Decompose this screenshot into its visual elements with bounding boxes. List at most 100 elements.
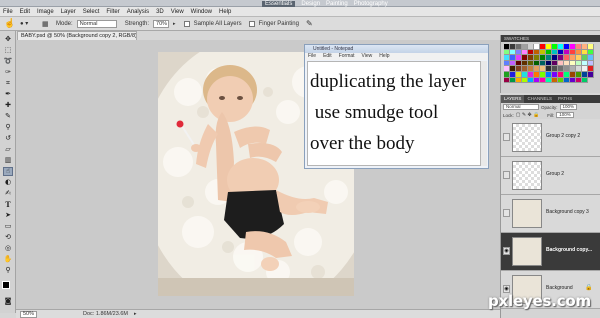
- history-brush-tool-icon[interactable]: ↺: [3, 134, 13, 143]
- menu-help[interactable]: Help: [219, 9, 231, 15]
- menu-layer[interactable]: Layer: [61, 9, 76, 15]
- menu-filter[interactable]: Filter: [106, 9, 119, 15]
- crop-tool-icon[interactable]: ⌗: [3, 79, 13, 88]
- zoom-tool-icon[interactable]: ⚲: [3, 266, 13, 275]
- layer-row-group-2-copy-2[interactable]: Group 2 copy 2: [501, 119, 600, 157]
- notepad-menu-bar: File Edit Format View Help: [305, 53, 488, 60]
- 3d-orbit-tool-icon[interactable]: ◎: [3, 244, 13, 253]
- quick-selection-tool-icon[interactable]: ✑: [3, 68, 13, 77]
- menu-file[interactable]: File: [3, 9, 13, 15]
- menu-window[interactable]: Window: [191, 9, 212, 15]
- tab-paths[interactable]: PATHS: [555, 95, 575, 103]
- notepad-line: over the body: [310, 133, 415, 154]
- menu-edit[interactable]: Edit: [20, 9, 30, 15]
- blend-mode-select[interactable]: Normal: [503, 104, 539, 110]
- brush-panel-toggle-icon[interactable]: ▦: [42, 20, 52, 28]
- eye-icon[interactable]: ◉: [503, 247, 510, 255]
- strength-dropdown-icon[interactable]: ▸: [173, 21, 176, 27]
- brush-size-picker[interactable]: ● ▾: [20, 20, 38, 27]
- layer-name: Background copy 3: [546, 209, 589, 215]
- hand-tool-icon[interactable]: ✋: [3, 255, 13, 264]
- layer-thumbnail: [512, 123, 542, 152]
- document-size-info: Doc: 1.86M/23.6M: [83, 311, 128, 317]
- workspace-essentials[interactable]: Essentials: [262, 0, 296, 7]
- mode-select[interactable]: Normal: [76, 19, 117, 28]
- color-swatch[interactable]: [582, 77, 588, 84]
- lock-icon: 🔒: [585, 284, 593, 291]
- options-bar: ☝ ● ▾ ▦ Mode: Normal Strength: 70% ▸ Sam…: [0, 17, 600, 31]
- move-tool-icon[interactable]: ✥: [3, 35, 13, 44]
- tab-channels[interactable]: CHANNELS: [524, 95, 555, 103]
- layer-thumbnail: [512, 237, 542, 266]
- swatches-tab[interactable]: SWATCHES: [501, 35, 600, 42]
- notepad-text-area[interactable]: duplicating the layer use smudge tool ov…: [307, 61, 481, 166]
- strength-input[interactable]: 70%: [153, 19, 170, 28]
- tab-layers[interactable]: LAYERS: [501, 95, 525, 103]
- type-tool-icon[interactable]: T: [3, 200, 13, 209]
- menu-3d[interactable]: 3D: [156, 9, 164, 15]
- eyedropper-tool-icon[interactable]: ✒: [3, 90, 13, 99]
- workspace-photography[interactable]: Photography: [354, 1, 388, 7]
- workspace-design[interactable]: Design: [301, 1, 320, 7]
- foreground-color-swatch[interactable]: [2, 281, 10, 289]
- eraser-tool-icon[interactable]: ▱: [3, 145, 13, 154]
- notepad-scrollbar[interactable]: [481, 61, 487, 166]
- notepad-menu-file[interactable]: File: [308, 53, 316, 60]
- visibility-toggle[interactable]: [503, 133, 510, 141]
- layer-row-background-copy-3[interactable]: Background copy 3: [501, 195, 600, 233]
- status-menu-arrow-icon[interactable]: ▸: [134, 311, 137, 317]
- tools-panel: ✥ ⬚ ➰ ✑ ⌗ ✒ ✚ ✎ ⚲ ↺ ▱ ▥ ☝ ◐ ✍ T ➤ ▭ ⟲ ◎ …: [0, 31, 16, 313]
- menu-image[interactable]: Image: [37, 9, 54, 15]
- layer-lock-row: Lock: ▢ ✎ ✥ 🔒 Fill: 100%: [501, 111, 600, 119]
- fill-label: Fill:: [547, 112, 555, 118]
- 3d-rotate-tool-icon[interactable]: ⟲: [3, 233, 13, 242]
- notepad-menu-edit[interactable]: Edit: [323, 53, 332, 60]
- notepad-menu-help[interactable]: Help: [379, 53, 389, 60]
- notepad-window[interactable]: Untitled - Notepad File Edit Format View…: [304, 44, 489, 169]
- menu-analysis[interactable]: Analysis: [127, 9, 149, 15]
- pen-tool-icon[interactable]: ✍: [3, 189, 13, 198]
- layer-row-group-2[interactable]: Group 2: [501, 157, 600, 195]
- gradient-tool-icon[interactable]: ▥: [3, 156, 13, 165]
- layer-name: Group 2 copy 2: [546, 133, 581, 139]
- visibility-toggle[interactable]: [503, 209, 510, 217]
- shape-tool-icon[interactable]: ▭: [3, 222, 13, 231]
- lasso-tool-icon[interactable]: ➰: [3, 57, 13, 66]
- workspace-painting[interactable]: Painting: [326, 1, 348, 7]
- quick-mask-icon[interactable]: ◙: [3, 297, 13, 306]
- notepad-menu-format[interactable]: Format: [339, 53, 355, 60]
- smudge-tool-preset-icon[interactable]: ☝: [4, 18, 16, 29]
- menu-select[interactable]: Select: [83, 9, 100, 15]
- sample-all-layers-checkbox[interactable]: [183, 20, 190, 27]
- brush-tool-icon[interactable]: ✎: [3, 112, 13, 121]
- layer-name: Background: [546, 285, 573, 291]
- notepad-line: duplicating the layer: [310, 71, 467, 92]
- color-swatch[interactable]: [588, 71, 594, 78]
- healing-brush-tool-icon[interactable]: ✚: [3, 101, 13, 110]
- document-tab[interactable]: BABY.psd @ 50% (Background copy 2, RGB/8…: [17, 31, 137, 40]
- layer-name: Group 2: [546, 171, 565, 177]
- pxleyes-watermark: pxleyes.com: [488, 292, 591, 310]
- fill-input[interactable]: 100%: [556, 112, 574, 118]
- zoom-level-input[interactable]: 50%: [20, 310, 38, 318]
- layer-blend-row: Normal Opacity: 100%: [501, 103, 600, 111]
- sample-all-layers-label: Sample All Layers: [193, 20, 242, 27]
- tablet-pressure-icon[interactable]: ✎: [306, 19, 313, 28]
- finger-painting-checkbox[interactable]: [248, 20, 255, 27]
- clone-stamp-tool-icon[interactable]: ⚲: [3, 123, 13, 132]
- marquee-tool-icon[interactable]: ⬚: [3, 46, 13, 55]
- smudge-tool-icon[interactable]: ☝: [3, 167, 13, 176]
- path-selection-tool-icon[interactable]: ➤: [3, 211, 13, 220]
- lock-icons[interactable]: ▢ ✎ ✥ 🔒: [516, 112, 540, 118]
- dodge-tool-icon[interactable]: ◐: [3, 178, 13, 187]
- menu-view[interactable]: View: [171, 9, 184, 15]
- strength-label: Strength:: [124, 20, 150, 27]
- layers-panel: LAYERS CHANNELS PATHS Normal Opacity: 10…: [500, 95, 600, 318]
- lock-label: Lock:: [503, 112, 514, 118]
- layer-row-background-copy-selected[interactable]: ◉ Background copy...: [501, 233, 600, 271]
- visibility-toggle[interactable]: [503, 171, 510, 179]
- notepad-menu-view[interactable]: View: [362, 53, 373, 60]
- workspace-switcher: Essentials Design Painting Photography: [262, 0, 462, 7]
- opacity-input[interactable]: 100%: [559, 104, 578, 110]
- swatch-grid: [504, 44, 594, 84]
